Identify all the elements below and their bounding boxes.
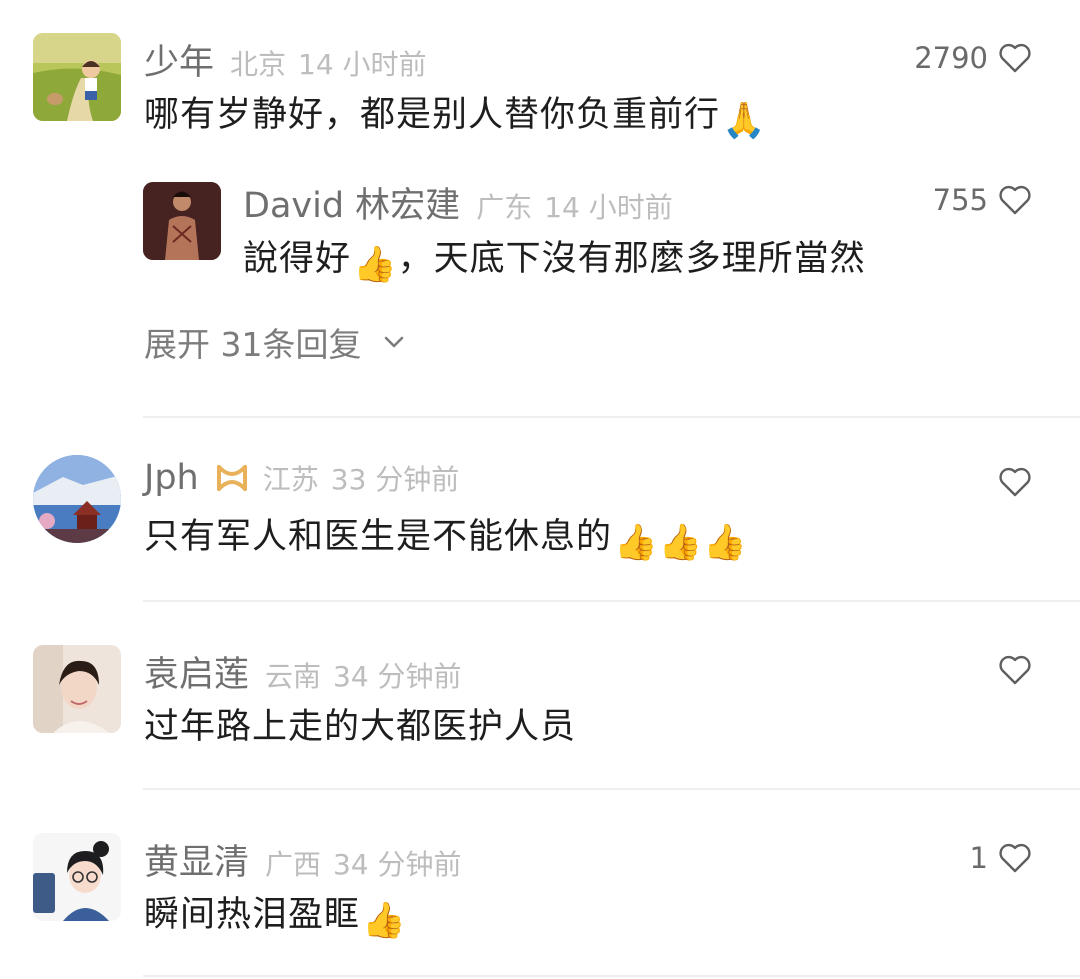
comment-meta: 袁启莲 云南 34 分钟前 [144, 646, 462, 697]
reply-username[interactable]: David 林宏建 [243, 177, 460, 228]
comment-body: 过年路上走的大都医护人员 [144, 707, 577, 747]
timestamp: 33 分钟前 [330, 463, 460, 496]
thumbs-up-emoji-icon: 👍👍👍 [614, 523, 748, 563]
comment-body: 瞬间热泪盈眶 [144, 895, 361, 935]
thumbs-up-emoji-icon: 👍 [353, 245, 398, 285]
comment-body: 只有军人和医生是不能休息的 [144, 517, 613, 557]
heart-icon [999, 185, 1031, 215]
timestamp: 14 小时前 [298, 48, 427, 81]
like-button[interactable]: 2790 [914, 36, 1032, 80]
comment-item: 黄显清 广西 34 分钟前 1 瞬间热泪盈眶👍 [0, 792, 1080, 979]
username[interactable]: 少年 [144, 34, 214, 85]
like-button[interactable]: 1 [970, 836, 1032, 880]
like-button[interactable] [988, 648, 1032, 692]
divider [143, 416, 1080, 418]
comment-item: 少年 北京 14 小时前 2790 哪有岁静好，都是别人替你负重前行🙏 Davi… [0, 0, 1080, 410]
gold-ribbon-badge-icon [216, 465, 247, 491]
reply-like-count: 755 [932, 183, 988, 217]
username[interactable]: 黄显清 [144, 834, 249, 885]
expand-replies-label: 展开 31条回复 [144, 325, 362, 364]
heart-icon [999, 467, 1031, 497]
divider [143, 788, 1080, 790]
reply-body-end: ，天底下沒有那麼多理所當然 [397, 239, 866, 279]
reply-timestamp: 14 小时前 [544, 191, 673, 224]
comment-text: 过年路上走的大都医护人员 [144, 698, 576, 749]
comment-meta: Jph 江苏 33 分钟前 [144, 458, 459, 498]
reply-like-button[interactable]: 755 [933, 178, 1032, 222]
location: 广西 [265, 848, 322, 881]
comment-text: 只有军人和医生是不能休息的👍👍👍 [144, 508, 748, 563]
divider [143, 975, 1080, 977]
username[interactable]: 袁启莲 [144, 646, 249, 697]
reply-avatar[interactable] [143, 182, 221, 260]
like-count: 1 [969, 841, 988, 875]
comment-body: 哪有岁静好，都是别人替你负重前行 [144, 95, 721, 135]
location: 云南 [265, 660, 322, 693]
location: 北京 [230, 48, 287, 81]
heart-icon [999, 843, 1031, 873]
chevron-down-icon [385, 336, 404, 348]
reply-text: 說得好👍，天底下沒有那麼多理所當然 [243, 230, 866, 285]
avatar[interactable] [33, 645, 121, 733]
timestamp: 34 分钟前 [333, 848, 462, 881]
thumbs-up-emoji-icon: 👍 [362, 901, 407, 941]
comment-text: 瞬间热泪盈眶👍 [144, 886, 407, 941]
like-button[interactable] [988, 460, 1032, 504]
expand-replies-button[interactable]: 展开 31条回复 [144, 318, 405, 366]
reply-meta: David 林宏建 广东 14 小时前 [243, 177, 673, 228]
comment-text: 哪有岁静好，都是别人替你负重前行🙏 [144, 86, 767, 141]
reply-location: 广东 [476, 191, 533, 224]
heart-icon [999, 655, 1031, 685]
pray-emoji-icon: 🙏 [722, 101, 767, 141]
avatar[interactable] [33, 33, 121, 121]
timestamp: 34 分钟前 [333, 660, 462, 693]
avatar[interactable] [33, 833, 121, 921]
reply-body-start: 說得好 [243, 239, 352, 279]
username[interactable]: Jph [144, 458, 199, 498]
comment-meta: 黄显清 广西 34 分钟前 [144, 834, 462, 885]
comment-item: 袁启莲 云南 34 分钟前 过年路上走的大都医护人员 [0, 604, 1080, 784]
comment-item: Jph 江苏 33 分钟前 只有军人和医生是不能休息的👍👍👍 [0, 420, 1080, 600]
avatar[interactable] [33, 455, 121, 543]
comment-meta: 少年 北京 14 小时前 [144, 34, 427, 85]
divider [143, 600, 1080, 602]
heart-icon [999, 43, 1031, 73]
location: 江苏 [262, 463, 319, 496]
like-count: 2790 [914, 41, 988, 75]
